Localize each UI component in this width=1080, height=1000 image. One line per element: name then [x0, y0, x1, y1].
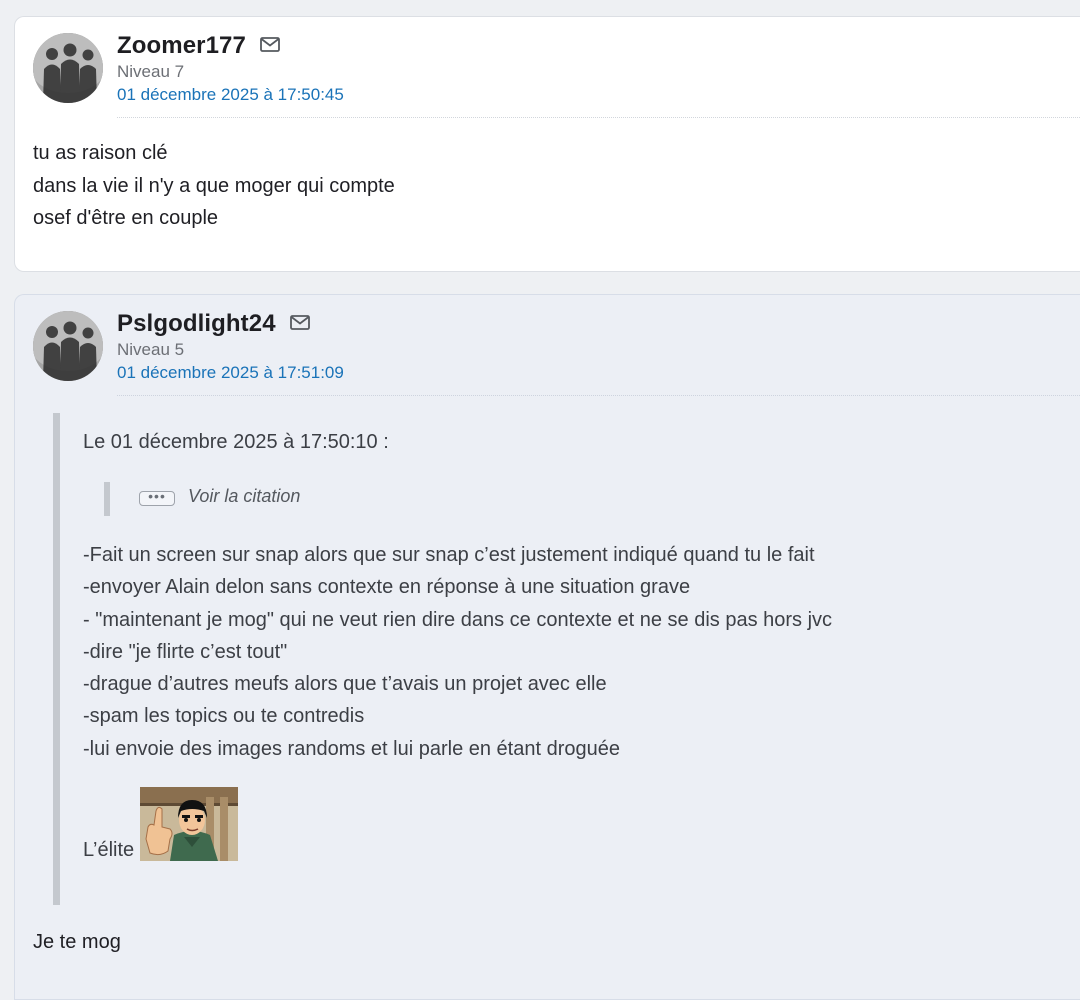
envelope-icon[interactable]	[289, 309, 310, 337]
author-name[interactable]: Pslgodlight24	[117, 310, 310, 338]
header-divider	[117, 117, 1080, 118]
post-line: osef d'être en couple	[33, 207, 219, 229]
quote-closing-text: L’élite	[83, 839, 135, 861]
avatar[interactable]	[33, 311, 103, 381]
expand-quote-button[interactable]: •••	[139, 489, 175, 506]
quote-header: Le 01 décembre 2025 à 17:50:10 :	[83, 431, 389, 453]
thumbs-up-sticker-image[interactable]	[140, 787, 238, 861]
author-name[interactable]: Zoomer177	[117, 32, 280, 60]
blockquote: Le 01 décembre 2025 à 17:50:10 : ••• Voi…	[53, 413, 1080, 905]
post-header: Zoomer177 Niveau 7 01 décembre 2025 à 17…	[15, 17, 1080, 118]
post-body: tu as raison clé dans la vie il n'y a qu…	[33, 137, 395, 235]
post-reply-text: Je te mog	[33, 931, 121, 953]
forum-post: Zoomer177 Niveau 7 01 décembre 2025 à 17…	[14, 16, 1080, 272]
author-name-text[interactable]: Pslgodlight24	[117, 310, 276, 337]
forum-post: Pslgodlight24 Niveau 5 01 décembre 2025 …	[14, 294, 1080, 1000]
quote-line: -Fait un screen sur snap alors que sur s…	[83, 544, 815, 566]
user-level: Niveau 7	[117, 62, 185, 81]
post-line: tu as raison clé	[33, 142, 168, 164]
quote-line: -dire "je flirte c’est tout"	[83, 640, 288, 663]
see-quote-link[interactable]: Voir la citation	[188, 486, 300, 507]
nested-quote: ••• Voir la citation	[104, 482, 300, 516]
quote-line: - "maintenant je mog" qui ne veut rien d…	[83, 608, 833, 631]
avatar[interactable]	[33, 33, 103, 103]
post-line: dans la vie il n'y a que moger qui compt…	[33, 174, 395, 197]
post-date-link[interactable]: 01 décembre 2025 à 17:50:45	[117, 85, 344, 105]
post-date-link[interactable]: 01 décembre 2025 à 17:51:09	[117, 363, 344, 383]
header-divider	[117, 395, 1080, 396]
user-level: Niveau 5	[117, 340, 185, 359]
post-header: Pslgodlight24 Niveau 5 01 décembre 2025 …	[15, 295, 1080, 396]
envelope-icon[interactable]	[260, 31, 280, 59]
quote-body: -Fait un screen sur snap alors que sur s…	[83, 539, 832, 765]
quote-line: -envoyer Alain delon sans contexte en ré…	[83, 576, 691, 599]
author-name-text[interactable]: Zoomer177	[117, 32, 246, 59]
quote-line: -spam les topics ou te contredis	[83, 705, 365, 728]
quote-line: -drague d’autres meufs alors que t’avais…	[83, 673, 607, 696]
quote-line: -lui envoie des images randoms et lui pa…	[83, 737, 620, 760]
